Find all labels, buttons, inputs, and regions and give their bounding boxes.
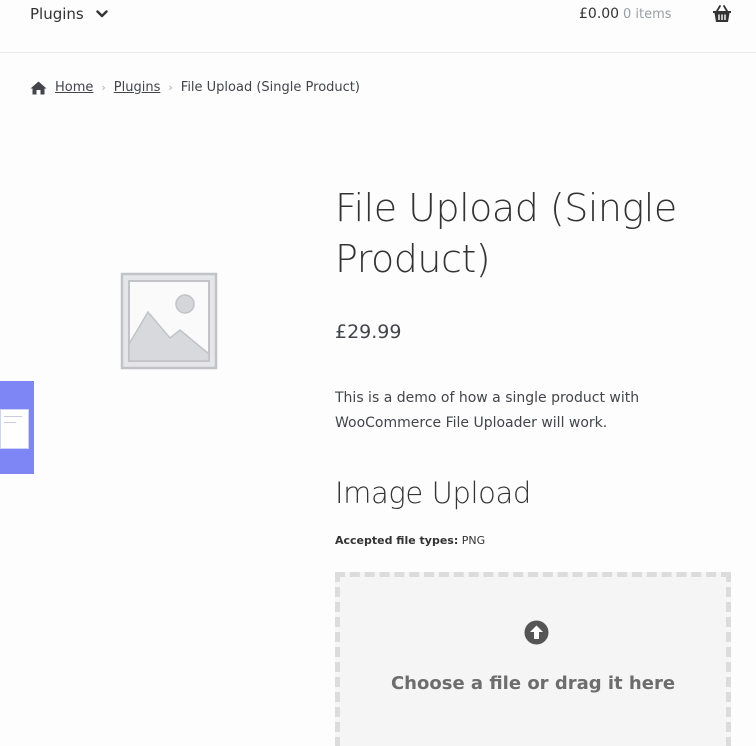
preview-line xyxy=(4,422,16,423)
chevron-down-icon xyxy=(96,10,108,18)
breadcrumb-home-link[interactable]: Home xyxy=(55,80,93,95)
image-placeholder-icon[interactable] xyxy=(120,272,218,370)
side-preview-thumbnail xyxy=(0,409,29,449)
accepted-file-types-label: Accepted file types: xyxy=(335,534,459,547)
site-header: Plugins £0.00 0 items xyxy=(0,0,756,53)
preview-line xyxy=(4,416,22,417)
file-dropzone[interactable]: Choose a file or drag it here xyxy=(335,572,731,746)
breadcrumb-current: File Upload (Single Product) xyxy=(180,80,360,95)
accepted-file-types-value: PNG xyxy=(461,534,486,547)
dropzone-instructions: Choose a file or drag it here xyxy=(390,673,676,694)
nav-menu-label: Plugins xyxy=(30,5,84,23)
upload-section-heading: Image Upload xyxy=(335,476,531,510)
product-title: File Upload (Single Product) xyxy=(335,186,677,281)
product-price: £29.99 xyxy=(335,321,402,343)
side-preview-widget[interactable] xyxy=(0,381,34,474)
basket-icon[interactable] xyxy=(712,5,732,23)
cart-total[interactable]: £0.00 xyxy=(579,6,619,22)
upload-arrow-icon xyxy=(524,620,549,645)
breadcrumb-separator: › xyxy=(168,81,173,94)
cart-item-count[interactable]: 0 items xyxy=(623,7,672,22)
breadcrumb: Home › Plugins › File Upload (Single Pro… xyxy=(30,80,360,95)
product-description: This is a demo of how a single product w… xyxy=(335,390,640,431)
accepted-file-types: Accepted file types: PNG xyxy=(335,534,485,547)
nav-menu-plugins[interactable]: Plugins xyxy=(30,5,108,23)
breadcrumb-separator: › xyxy=(101,81,106,94)
home-icon xyxy=(30,81,47,94)
breadcrumb-plugins-link[interactable]: Plugins xyxy=(114,80,161,95)
